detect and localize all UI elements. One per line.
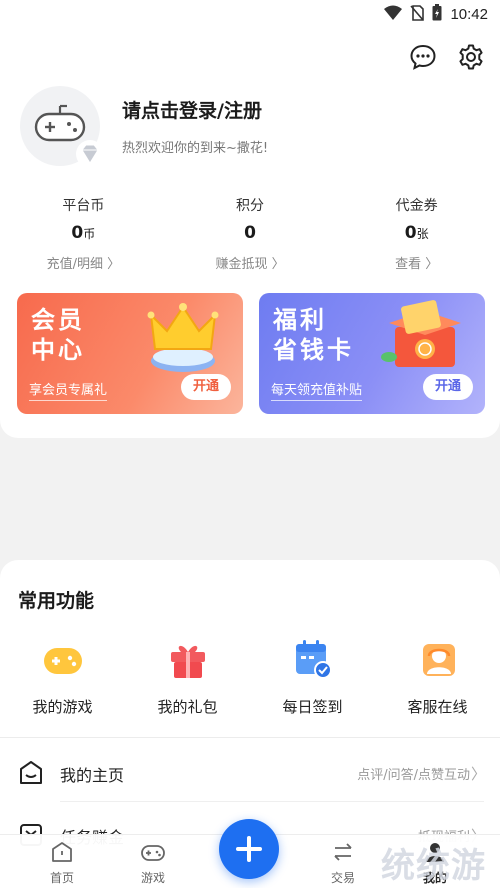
function-grid: 我的游戏 我的礼包 每日签到 客服在线 — [0, 638, 500, 717]
stat-label: 代金券 — [395, 198, 438, 214]
vip-subtitle: 享会员专属礼 — [29, 379, 108, 401]
customer-service-icon — [417, 638, 459, 680]
gift-box-icon — [375, 297, 469, 381]
view-voucher-link[interactable]: 查看 〉 — [333, 253, 500, 272]
vip-center-banner[interactable]: 会员 中心 享会员专属礼 开通 — [17, 293, 243, 414]
my-homepage-row[interactable]: 我的主页 点评/问答/点赞互动 〉 — [0, 741, 500, 805]
chevron-right-icon: 〉 — [470, 765, 486, 783]
tab-label: 交易 — [330, 871, 355, 885]
wifi-icon — [384, 5, 403, 25]
stat-points[interactable]: 积分 0 赚金抵现 〉 — [167, 195, 334, 272]
watermark-logo: 统统游 — [381, 846, 486, 886]
settings-icon[interactable] — [456, 42, 486, 72]
tab-home[interactable]: 首页 — [32, 841, 92, 886]
function-label: 我的游戏 — [32, 698, 93, 716]
customer-service-entry[interactable]: 客服在线 — [375, 638, 500, 717]
tab-trade[interactable]: 交易 — [313, 841, 373, 886]
avatar[interactable] — [20, 86, 104, 168]
no-sim-icon — [410, 4, 425, 25]
function-label: 每日签到 — [282, 698, 343, 716]
row-hint: 点评/问答/点赞互动 — [357, 768, 470, 783]
stat-value: 0 — [244, 223, 256, 243]
saving-card-banner[interactable]: 福利 省钱卡 每天领充值补贴 开通 — [259, 293, 485, 414]
vip-title: 会员 中心 — [31, 306, 85, 364]
earn-cash-link[interactable]: 赚金抵现 〉 — [167, 253, 334, 272]
stat-label: 积分 — [236, 198, 264, 214]
trade-icon — [334, 843, 352, 861]
home-face-icon — [18, 760, 44, 786]
divider — [0, 737, 500, 738]
tab-label: 首页 — [49, 871, 74, 885]
saving-card-title: 福利 省钱卡 — [273, 306, 354, 364]
my-games-entry[interactable]: 我的游戏 — [0, 638, 125, 717]
calendar-check-icon — [292, 638, 334, 680]
divider — [60, 801, 484, 802]
row-label: 我的主页 — [60, 766, 125, 785]
gift-icon — [167, 638, 209, 680]
daily-checkin-entry[interactable]: 每日签到 — [250, 638, 375, 717]
stat-voucher[interactable]: 代金券 0张 查看 〉 — [333, 195, 500, 272]
stat-value: 0币 — [71, 223, 96, 243]
login-register-link[interactable]: 请点击登录/注册 — [122, 96, 262, 123]
section-title: 常用功能 — [18, 590, 95, 612]
function-label: 客服在线 — [407, 698, 468, 716]
tab-label: 游戏 — [140, 871, 165, 885]
recharge-detail-link[interactable]: 充值/明细 〉 — [0, 253, 167, 272]
crown-icon — [137, 297, 227, 381]
diamond-badge-icon — [74, 138, 106, 170]
saving-card-subtitle: 每天领充值补贴 — [271, 379, 363, 401]
plus-icon — [236, 836, 262, 862]
home-icon — [52, 842, 72, 862]
tab-games[interactable]: 游戏 — [123, 841, 183, 886]
status-bar: 10:42 — [0, 0, 500, 30]
battery-icon — [432, 4, 442, 25]
function-label: 我的礼包 — [157, 698, 218, 716]
message-icon[interactable] — [408, 42, 438, 72]
gamepad-icon — [42, 638, 84, 680]
stat-value: 0张 — [404, 223, 429, 243]
stat-label: 平台币 — [62, 198, 105, 214]
gamepad-icon — [141, 845, 165, 861]
add-button[interactable] — [219, 819, 279, 879]
welcome-text: 热烈欢迎你的到来~撒花! — [122, 141, 269, 156]
vip-open-button[interactable]: 开通 — [181, 374, 231, 400]
saving-card-open-button[interactable]: 开通 — [423, 374, 473, 400]
stats-row: 平台币 0币 充值/明细 〉 积分 0 赚金抵现 〉 代金券 0张 查看 〉 — [0, 195, 500, 272]
clock-time: 10:42 — [450, 6, 488, 23]
profile-card: 请点击登录/注册 热烈欢迎你的到来~撒花! 平台币 0币 充值/明细 〉 积分 … — [0, 30, 500, 438]
stat-platform-coin[interactable]: 平台币 0币 充值/明细 〉 — [0, 195, 167, 272]
my-gifts-entry[interactable]: 我的礼包 — [125, 638, 250, 717]
